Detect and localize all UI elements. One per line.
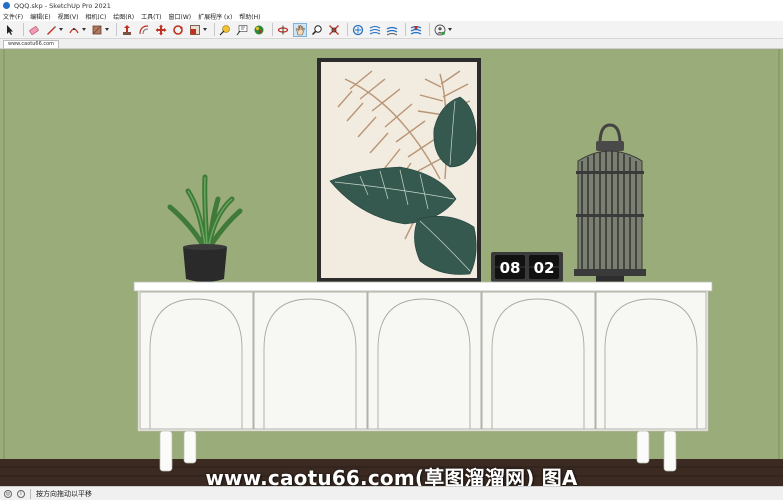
- toolbar-separator: [405, 23, 406, 36]
- text-tool-button[interactable]: [235, 23, 249, 37]
- sketchup-app-icon: [3, 2, 10, 9]
- select-tool-button[interactable]: [3, 23, 17, 37]
- push-pull-icon: [123, 24, 131, 35]
- zoom-extents-tool-button[interactable]: [327, 23, 341, 37]
- 3d-warehouse-icon: [352, 24, 364, 35]
- arc-icon: [69, 27, 79, 33]
- offset-icon: [139, 24, 149, 34]
- watermark-text: www.caotu66.com(草图溜溜网) 图A: [205, 466, 578, 486]
- title-bar: QQQ.skp - SketchUp Pro 2021: [0, 0, 783, 11]
- orbit-tool-button[interactable]: [276, 23, 290, 37]
- menu-bar: 文件(F) 编辑(E) 视图(V) 相机(C) 绘图(R) 工具(T) 窗口(W…: [0, 11, 783, 21]
- move-tool-button[interactable]: [154, 23, 168, 37]
- arc-tool-dropdown[interactable]: [82, 28, 86, 31]
- tape-measure-tool-button[interactable]: [218, 23, 232, 37]
- orbit-icon: [277, 25, 289, 34]
- pan-hand-icon: [295, 24, 305, 35]
- extension-warehouse-button[interactable]: [368, 23, 382, 37]
- main-toolbar: [0, 21, 783, 39]
- geo-location-icon[interactable]: ◎: [4, 489, 12, 498]
- status-bar: ◎ i 按方向拖动以平移: [0, 486, 783, 500]
- layout-stack-icon: [386, 26, 398, 35]
- menu-edit[interactable]: 编辑(E): [30, 12, 50, 21]
- zoom-magnifier-icon: [311, 24, 322, 35]
- rotate-icon: [173, 24, 183, 35]
- status-separator: [30, 488, 31, 499]
- offset-tool-button[interactable]: [137, 23, 151, 37]
- layout-send-button[interactable]: [385, 23, 399, 37]
- paint-bucket-tool-button[interactable]: [252, 23, 266, 37]
- arc-tool-button[interactable]: [67, 23, 81, 37]
- shape-tool-dropdown[interactable]: [105, 28, 109, 31]
- user-account-dropdown[interactable]: [448, 28, 452, 31]
- user-account-icon: [434, 24, 446, 35]
- rectangle-icon: [92, 25, 102, 34]
- select-arrow-icon: [7, 24, 13, 35]
- toolbar-separator: [23, 23, 24, 36]
- framed-leaf-painting: [317, 58, 481, 282]
- clock-hours: 08: [499, 259, 521, 277]
- push-pull-tool-button[interactable]: [120, 23, 134, 37]
- zoom-extents-icon: [329, 24, 339, 35]
- scale-tool-button[interactable]: [188, 23, 202, 37]
- rotate-tool-button[interactable]: [171, 23, 185, 37]
- extension-manager-icon: [410, 25, 422, 35]
- pan-tool-button[interactable]: [293, 22, 307, 37]
- menu-tools[interactable]: 工具(T): [141, 12, 161, 21]
- menu-file[interactable]: 文件(F): [3, 12, 23, 21]
- toolbar-separator: [214, 23, 215, 36]
- toolbar-separator: [272, 23, 273, 36]
- line-tool-dropdown[interactable]: [59, 28, 63, 31]
- extension-manager-button[interactable]: [409, 23, 423, 37]
- paint-bucket-icon: [254, 25, 264, 34]
- scale-icon: [190, 24, 200, 35]
- move-arrows-icon: [155, 24, 167, 35]
- window-title: QQQ.skp - SketchUp Pro 2021: [14, 1, 111, 10]
- menu-view[interactable]: 视图(V): [58, 12, 79, 21]
- info-icon[interactable]: i: [17, 489, 25, 498]
- status-hint: 按方向拖动以平移: [36, 489, 92, 498]
- menu-camera[interactable]: 相机(C): [85, 12, 106, 21]
- shape-tool-button[interactable]: [90, 23, 104, 37]
- toolbar-separator: [347, 23, 348, 36]
- menu-help[interactable]: 帮助(H): [239, 12, 260, 21]
- user-account-button[interactable]: [433, 23, 447, 37]
- scene-tab[interactable]: www.caotu66.com: [3, 40, 60, 48]
- toolbar-separator: [429, 23, 430, 36]
- toolbar-separator: [116, 23, 117, 36]
- pencil-icon: [47, 25, 56, 35]
- scale-tool-dropdown[interactable]: [203, 28, 207, 31]
- menu-draw[interactable]: 绘图(R): [113, 12, 134, 21]
- line-tool-button[interactable]: [44, 23, 58, 37]
- warehouse-button[interactable]: [351, 23, 365, 37]
- scene-render: [0, 49, 783, 486]
- tape-measure-icon: [219, 24, 230, 35]
- modeling-viewport[interactable]: 08 02 www.caotu66.com(草图溜溜网) 图A: [0, 49, 783, 486]
- menu-window[interactable]: 窗口(W): [169, 12, 192, 21]
- text-label-icon: [236, 24, 248, 35]
- extension-layers-icon: [369, 25, 381, 34]
- menu-extensions[interactable]: 扩展程序 (x): [198, 12, 232, 21]
- eraser-tool-button[interactable]: [27, 23, 41, 37]
- scene-tab-bar: www.caotu66.com: [0, 39, 783, 49]
- clock-minutes: 02: [533, 259, 555, 277]
- eraser-icon: [29, 25, 39, 35]
- zoom-tool-button[interactable]: [310, 23, 324, 37]
